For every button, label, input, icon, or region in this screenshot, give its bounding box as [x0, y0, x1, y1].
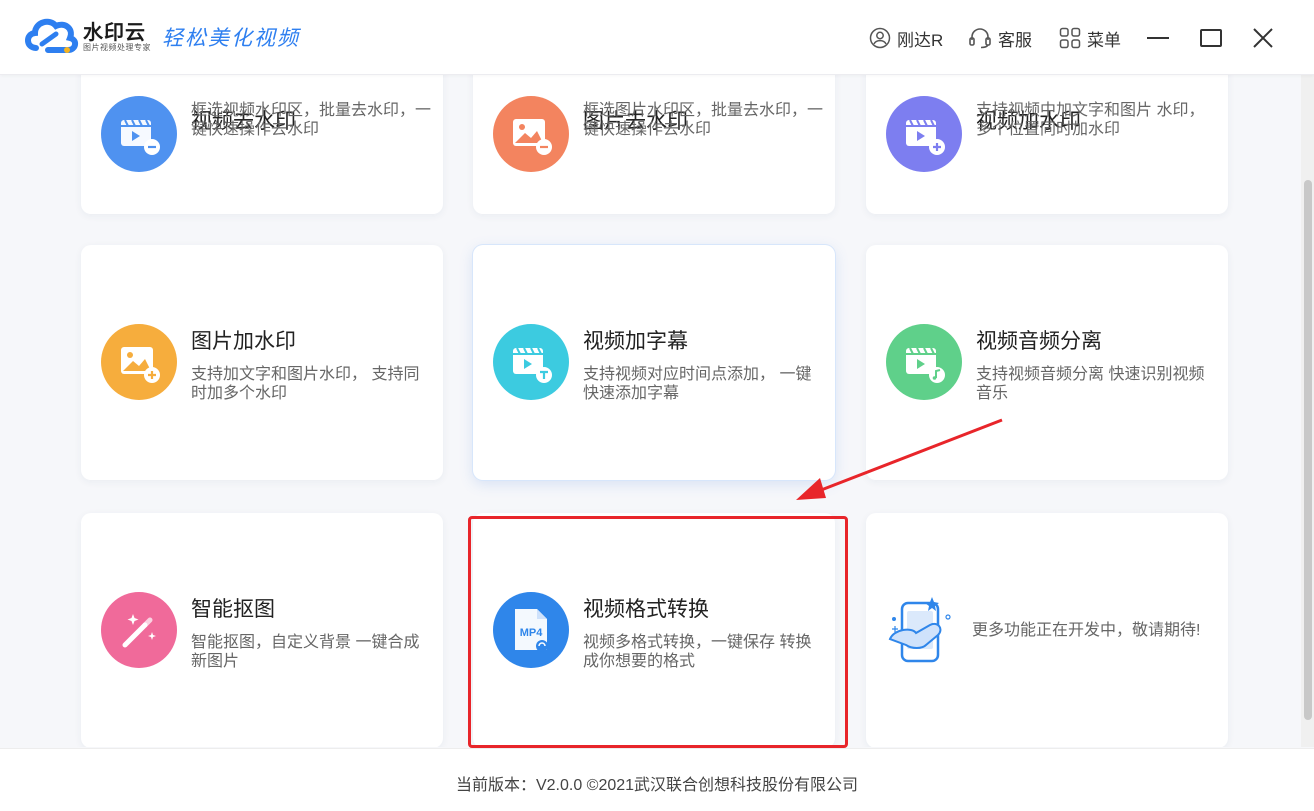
card-video-remove-watermark[interactable]: 视频去水印 框选视频水印区，批量去水印，一键快速操作去水印: [81, 75, 443, 214]
version-copyright: 当前版本：V2.0.0 ©2021武汉联合创想科技股份有限公司: [455, 777, 859, 794]
card-description: 视频多格式转换，一键保存 转换成你想要的格式: [583, 634, 812, 670]
minimize-button[interactable]: [1142, 22, 1174, 54]
menu-button[interactable]: 菜单: [1059, 26, 1121, 50]
audio-split-icon: [886, 324, 962, 400]
user-account-button[interactable]: 刚达R: [869, 26, 943, 50]
maximize-icon: [1200, 29, 1222, 47]
brand-name: 水印云: [83, 22, 146, 44]
magic-wand-icon: [101, 592, 177, 668]
card-title: 视频加字幕: [583, 330, 688, 353]
maximize-button[interactable]: [1195, 22, 1227, 54]
grid-menu-icon: [1059, 27, 1081, 49]
user-name: 刚达R: [897, 30, 944, 50]
red-arrow-icon: [796, 418, 1003, 500]
card-description: 支持视频中加文字和图片 水印，多个位置同时加水印: [976, 102, 1205, 138]
card-description: 支持视频对应时间点添加， 一键快速添加字幕: [583, 366, 812, 402]
cloud-logo-icon: [25, 18, 78, 53]
close-icon: [1253, 28, 1273, 48]
card-title: 图片加水印: [191, 330, 296, 353]
video-subtitle-icon: [493, 324, 569, 400]
mp4-badge: MP4: [519, 627, 543, 639]
card-image-add-watermark[interactable]: 图片加水印 支持加文字和图片水印， 支持同时加多个水印: [81, 245, 443, 480]
card-description: 支持加文字和图片水印， 支持同时加多个水印: [191, 366, 420, 402]
footer: 当前版本：V2.0.0 ©2021武汉联合创想科技股份有限公司: [0, 748, 1314, 811]
image-add-icon: [101, 324, 177, 400]
close-button[interactable]: [1247, 22, 1279, 54]
video-add-icon: [886, 96, 962, 172]
headset-icon: [969, 28, 991, 49]
menu-label: 菜单: [1087, 30, 1121, 50]
card-title: 视频格式转换: [583, 598, 709, 621]
card-title: 智能抠图: [191, 598, 275, 621]
image-remove-icon: [493, 96, 569, 172]
card-video-format-convert[interactable]: MP4 视频格式转换 视频多格式转换，一键保存 转换成你想要的格式: [473, 513, 835, 747]
card-description: 框选视频水印区，批量去水印，一键快速操作去水印: [191, 102, 432, 138]
card-description: 智能抠图，自定义背景 一键合成新图片: [191, 634, 420, 670]
customer-service-button[interactable]: 客服: [968, 26, 1032, 50]
user-icon: [869, 27, 891, 49]
developing-phone-icon: [882, 589, 962, 669]
mp4-convert-icon: MP4: [493, 592, 569, 668]
card-coming-soon: 更多功能正在开发中，敬请期待!: [866, 513, 1228, 747]
card-title: 视频音频分离: [976, 330, 1102, 353]
video-remove-icon: [101, 96, 177, 172]
minimize-icon: [1147, 37, 1169, 39]
card-description: 框选图片水印区，批量去水印，一键快速操作去水印: [583, 102, 824, 138]
scrollbar-thumb[interactable]: [1304, 180, 1312, 720]
service-label: 客服: [998, 30, 1032, 50]
brand-subtitle: 图片视频处理专家: [83, 43, 151, 52]
slogan: 轻松美化视频: [162, 26, 300, 50]
card-smart-cutout[interactable]: 智能抠图 智能抠图，自定义背景 一键合成新图片: [81, 513, 443, 747]
card-video-add-watermark[interactable]: 视频加水印 支持视频中加文字和图片 水印，多个位置同时加水印: [866, 75, 1228, 214]
card-description: 支持视频音频分离 快速识别视频音乐: [976, 366, 1205, 402]
feature-grid: 视频去水印 框选视频水印区，批量去水印，一键快速操作去水印 图片去水印 框选图片…: [0, 75, 1300, 747]
coming-soon-text: 更多功能正在开发中，敬请期待!: [972, 622, 1201, 639]
card-image-remove-watermark[interactable]: 图片去水印 框选图片水印区，批量去水印，一键快速操作去水印: [473, 75, 835, 214]
title-bar: 水印云 图片视频处理专家 轻松美化视频 刚达R 客服 菜单: [0, 0, 1314, 75]
